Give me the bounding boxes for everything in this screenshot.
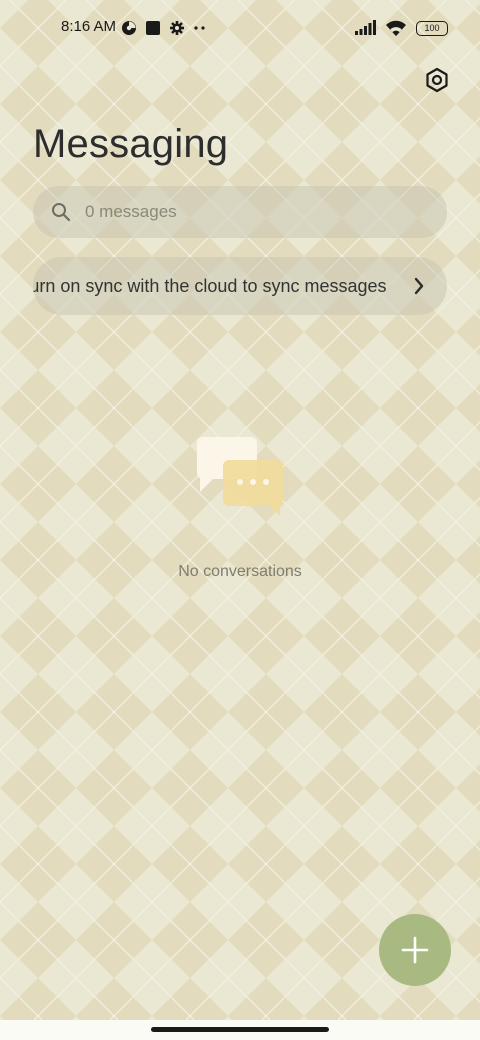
- settings-button[interactable]: [422, 65, 452, 95]
- search-icon: [52, 203, 71, 222]
- location-icon: [122, 21, 136, 35]
- empty-state-text: No conversations: [178, 563, 302, 580]
- status-time: 8:16 AM: [61, 18, 117, 35]
- chat-bubbles-icon: [197, 437, 283, 516]
- home-indicator[interactable]: [151, 1027, 329, 1032]
- more-dots-icon: [194, 26, 205, 30]
- sync-banner[interactable]: Turn on sync with the cloud to sync mess…: [33, 257, 447, 315]
- wifi-icon: [386, 20, 406, 36]
- page-title: Messaging: [33, 122, 229, 166]
- search-input[interactable]: [83, 201, 417, 223]
- app-square-icon: [146, 21, 160, 35]
- plus-icon: [401, 936, 429, 964]
- new-conversation-button[interactable]: [379, 914, 451, 986]
- status-bar: 8:16 AM 100: [0, 0, 480, 56]
- status-right-icons: 100: [354, 18, 448, 38]
- status-left-icons: [121, 19, 207, 37]
- settings-gear-icon: [170, 21, 184, 35]
- signal-icon: [355, 20, 376, 35]
- battery-icon: 100: [416, 20, 448, 36]
- search-bar[interactable]: [33, 186, 447, 238]
- settings-hex-icon: [426, 67, 448, 93]
- chevron-right-icon: [414, 277, 424, 295]
- sync-banner-text: Turn on sync with the cloud to sync mess…: [33, 276, 387, 296]
